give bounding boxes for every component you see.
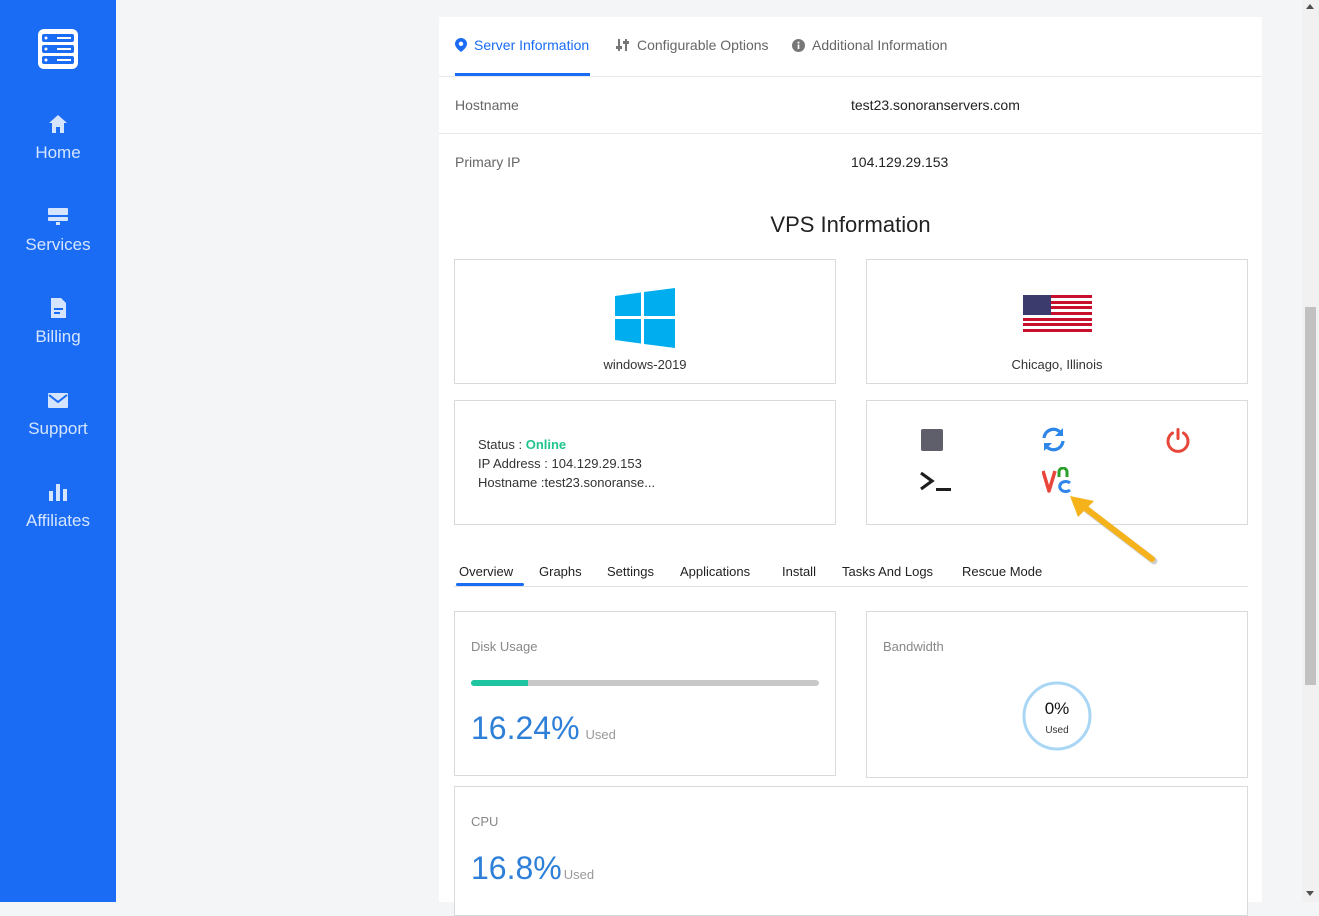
status-line: Status : Online [478, 435, 655, 454]
sidebar-item-label: Support [28, 419, 88, 438]
info-key: Hostname [455, 97, 519, 113]
subtab-install[interactable]: Install [782, 564, 816, 579]
windows-logo-icon [615, 288, 675, 348]
disk-value: 16.24% [471, 710, 580, 746]
subtab-settings[interactable]: Settings [607, 564, 654, 579]
scrollbar-thumb[interactable] [1305, 307, 1316, 685]
cpu-title: CPU [471, 814, 499, 829]
envelope-icon [48, 393, 68, 408]
scroll-down-icon[interactable] [1306, 891, 1314, 896]
document-icon [51, 298, 66, 318]
active-subtab-indicator [456, 583, 524, 586]
disk-title: Disk Usage [471, 639, 538, 654]
sidebar-item-affiliates[interactable]: Affiliates [0, 481, 116, 531]
sidebar: Home Services Billing Support Affiliates [0, 0, 116, 902]
bandwidth-value: 0% [1044, 699, 1070, 718]
us-flag-icon [1023, 295, 1092, 332]
sidebar-item-services[interactable]: Services [0, 205, 116, 255]
sliders-icon [616, 39, 629, 51]
annotation-arrow-icon [1070, 496, 1158, 565]
disk-used-label: Used [585, 727, 616, 742]
status-key: Status : [478, 437, 523, 452]
controls-card [866, 400, 1248, 525]
sidebar-item-label: Services [25, 235, 91, 254]
hostname-value: test23.sonoranse... [544, 475, 656, 490]
subtab-tasks-and-logs[interactable]: Tasks And Logs [842, 564, 933, 579]
main-panel: Server Information Configurable Options … [439, 17, 1262, 916]
tab-configurable-options[interactable]: Configurable Options [616, 37, 769, 53]
bar-chart-icon [49, 484, 67, 501]
disk-progress-bar [471, 680, 819, 686]
active-tab-indicator [455, 73, 590, 76]
stop-icon[interactable] [921, 429, 943, 456]
location-pin-icon [455, 38, 467, 52]
ip-key: IP Address : [478, 456, 548, 471]
server-logo-icon[interactable] [37, 28, 79, 70]
ip-value: 104.129.29.153 [551, 456, 642, 471]
page-scrollbar[interactable] [1302, 0, 1319, 902]
info-key: Primary IP [455, 154, 521, 170]
tab-label: Additional Information [812, 37, 948, 53]
subtab-graphs[interactable]: Graphs [539, 564, 582, 579]
status-value: Online [525, 437, 567, 452]
location-label: Chicago, Illinois [1011, 357, 1103, 372]
cpu-value: 16.8% [471, 850, 562, 886]
top-tabs: Server Information Configurable Options … [439, 17, 1262, 77]
sidebar-item-support[interactable]: Support [0, 389, 116, 439]
info-value: 104.129.29.153 [851, 154, 949, 170]
vps-title: VPS Information [770, 212, 931, 237]
os-label: windows-2019 [603, 357, 687, 372]
sidebar-item-label: Home [35, 143, 81, 162]
sidebar-item-billing[interactable]: Billing [0, 297, 116, 347]
bandwidth-card: Bandwidth 0% Used [866, 611, 1248, 778]
tab-additional-information[interactable]: Additional Information [792, 37, 947, 53]
subtab-rescue-mode[interactable]: Rescue Mode [962, 564, 1042, 579]
disk-value-line: 16.24% Used [471, 710, 616, 747]
info-row-primary-ip: Primary IP 104.129.29.153 [439, 134, 1262, 191]
power-icon[interactable] [1165, 427, 1191, 458]
os-card: windows-2019 [454, 259, 836, 384]
subtab-overview[interactable]: Overview [459, 564, 513, 579]
tab-server-information[interactable]: Server Information [455, 37, 589, 53]
home-icon [49, 115, 67, 133]
status-card: Status : Online IP Address : 104.129.29.… [454, 400, 836, 525]
sidebar-item-home[interactable]: Home [0, 113, 116, 163]
console-icon[interactable] [919, 471, 953, 498]
cpu-used-label: Used [563, 867, 595, 882]
cpu-card: CPU 16.8% Used [454, 786, 1248, 916]
sidebar-item-label: Billing [35, 327, 81, 346]
info-value: test23.sonoranservers.com [851, 97, 1020, 113]
disk-usage-card: Disk Usage 16.24% Used [454, 611, 836, 776]
subtab-applications[interactable]: Applications [680, 564, 750, 579]
tab-label: Configurable Options [637, 37, 769, 53]
ip-line: IP Address : 104.129.29.153 [478, 454, 655, 473]
location-card: Chicago, Illinois [866, 259, 1248, 384]
bandwidth-title: Bandwidth [883, 639, 944, 654]
hostname-key: Hostname : [478, 475, 545, 490]
hostname-line: Hostname :test23.sonoranse... [478, 473, 655, 492]
reboot-icon[interactable] [1040, 426, 1067, 458]
info-icon [792, 38, 805, 52]
server-icon [48, 208, 68, 225]
disk-progress-fill [471, 680, 528, 686]
scroll-up-icon[interactable] [1306, 4, 1314, 9]
sidebar-item-label: Affiliates [26, 511, 90, 530]
tab-label: Server Information [474, 37, 590, 53]
info-row-hostname: Hostname test23.sonoranservers.com [439, 77, 1262, 134]
bandwidth-used-label: Used [1045, 725, 1069, 736]
cpu-value-line: 16.8% Used [471, 850, 594, 887]
